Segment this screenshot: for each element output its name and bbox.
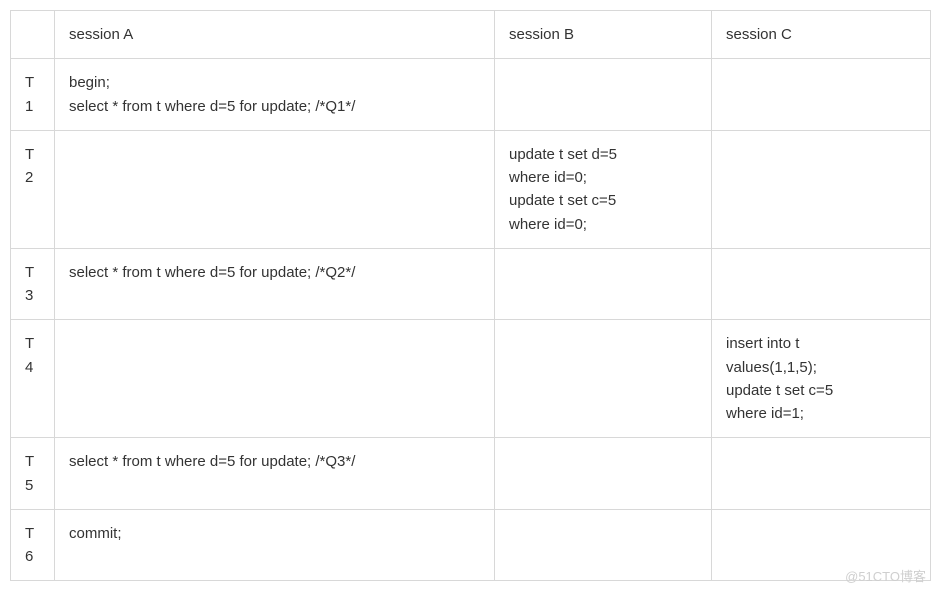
cell-session-c — [712, 248, 931, 320]
sql-line: update t set d=5 — [509, 146, 617, 163]
step-label: T5 — [11, 438, 55, 510]
sql-line: begin; — [69, 74, 110, 91]
header-session-c: session C — [712, 11, 931, 59]
cell-session-a — [55, 320, 495, 438]
cell-session-b — [495, 320, 712, 438]
cell-session-b — [495, 438, 712, 510]
step-label: T1 — [11, 59, 55, 131]
cell-session-b — [495, 59, 712, 131]
cell-session-b — [495, 248, 712, 320]
table-row: T1 begin; select * from t where d=5 for … — [11, 59, 931, 131]
step-label: T3 — [11, 248, 55, 320]
cell-session-a — [55, 130, 495, 248]
sql-line: select * from t where d=5 for update; /*… — [69, 98, 355, 115]
sql-line: where id=0; — [509, 169, 587, 186]
sql-line: values(1,1,5); — [726, 359, 817, 376]
cell-session-a: select * from t where d=5 for update; /*… — [55, 248, 495, 320]
sql-line: where id=1; — [726, 405, 804, 422]
sql-line: update t set c=5 — [726, 382, 833, 399]
cell-session-c: insert into t values(1,1,5); update t se… — [712, 320, 931, 438]
step-label: T2 — [11, 130, 55, 248]
sql-line: update t set c=5 — [509, 192, 616, 209]
cell-session-c — [712, 59, 931, 131]
sql-line: where id=0; — [509, 216, 587, 233]
header-row: session A session B session C — [11, 11, 931, 59]
cell-session-c — [712, 438, 931, 510]
step-label: T4 — [11, 320, 55, 438]
header-session-a: session A — [55, 11, 495, 59]
cell-session-a: commit; — [55, 509, 495, 581]
table-row: T3 select * from t where d=5 for update;… — [11, 248, 931, 320]
table-row: T6 commit; — [11, 509, 931, 581]
table-row: T5 select * from t where d=5 for update;… — [11, 438, 931, 510]
cell-session-a: select * from t where d=5 for update; /*… — [55, 438, 495, 510]
step-label: T6 — [11, 509, 55, 581]
session-timeline-table: session A session B session C T1 begin; … — [10, 10, 931, 581]
header-session-b: session B — [495, 11, 712, 59]
table-row: T2 update t set d=5 where id=0; update t… — [11, 130, 931, 248]
cell-session-a: begin; select * from t where d=5 for upd… — [55, 59, 495, 131]
sql-line: insert into t — [726, 335, 799, 352]
table-row: T4 insert into t values(1,1,5); update t… — [11, 320, 931, 438]
header-step — [11, 11, 55, 59]
cell-session-c — [712, 509, 931, 581]
cell-session-b: update t set d=5 where id=0; update t se… — [495, 130, 712, 248]
cell-session-c — [712, 130, 931, 248]
cell-session-b — [495, 509, 712, 581]
